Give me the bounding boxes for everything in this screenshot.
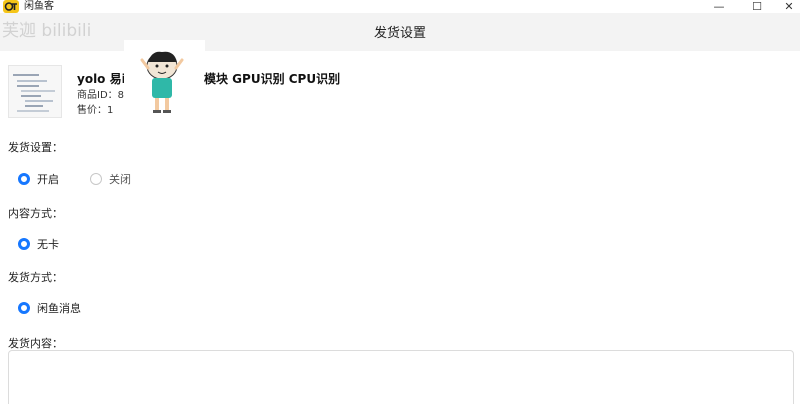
page-header: 发货设置 — [0, 13, 800, 51]
cartoon-sticker-icon — [124, 40, 205, 118]
page-title: 发货设置 — [373, 26, 426, 41]
content-mode-label: 内容方式： — [8, 207, 63, 220]
product-id: 商品ID：8 — [77, 90, 125, 101]
radio-delivery-on[interactable]: 开启 — [18, 171, 59, 187]
radio-label: 关闭 — [109, 173, 131, 186]
app-title: 闲鱼客 — [24, 1, 54, 12]
radio-label: 开启 — [37, 173, 59, 186]
radio-checked-icon — [18, 238, 30, 250]
product-thumbnail — [8, 65, 62, 118]
radio-method-xianyu-message[interactable]: 闲鱼消息 — [18, 300, 81, 316]
radio-label: 闲鱼消息 — [37, 302, 81, 315]
product-name: yolo 易i — [77, 72, 126, 86]
title-bar: 闲鱼客 — ☐ ✕ — [0, 0, 800, 13]
video-watermark: 芙迦 bilibili — [2, 21, 92, 41]
radio-checked-icon — [18, 173, 30, 185]
radio-checked-icon — [18, 302, 30, 314]
product-price: 售价：1 — [77, 105, 114, 116]
close-button[interactable]: ✕ — [778, 0, 800, 13]
delivery-content-label: 发货内容： — [8, 337, 63, 350]
radio-unchecked-icon — [90, 173, 102, 185]
radio-label: 无卡 — [37, 238, 59, 251]
delivery-method-label: 发货方式： — [8, 271, 63, 284]
minimize-button[interactable]: — — [708, 0, 730, 13]
app-logo-icon — [3, 0, 19, 13]
delivery-setting-label: 发货设置： — [8, 141, 63, 154]
radio-content-no-card[interactable]: 无卡 — [18, 236, 59, 252]
radio-delivery-off[interactable]: 关闭 — [90, 171, 131, 187]
product-name-tail: 模块 GPU识别 CPU识别 — [204, 72, 341, 86]
delivery-content-textarea[interactable] — [8, 350, 794, 404]
maximize-button[interactable]: ☐ — [746, 0, 768, 13]
